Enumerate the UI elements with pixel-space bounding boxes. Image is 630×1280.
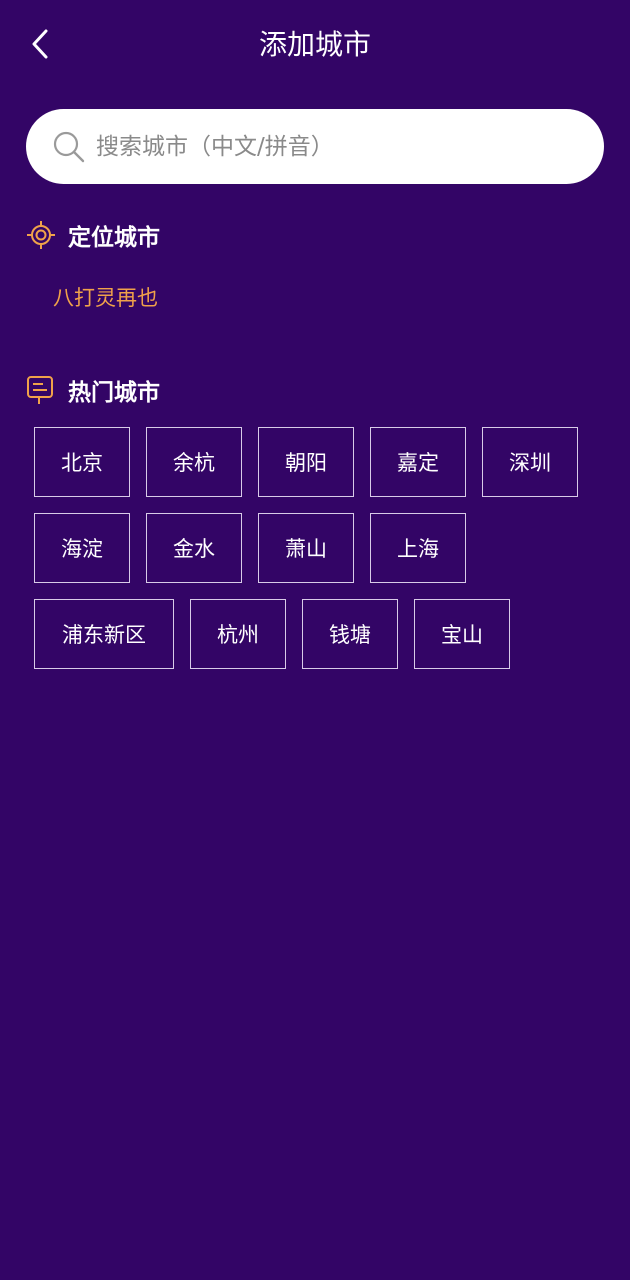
city-button[interactable]: 金水 (146, 513, 242, 583)
city-button[interactable]: 北京 (34, 427, 130, 497)
city-row: 海淀 金水 萧山 上海 (34, 513, 604, 583)
add-city-page: 添加城市 定位城市 八打灵再也 (0, 0, 630, 1280)
location-section-title: 定位城市 (68, 225, 160, 251)
hot-city-grid: 北京 余杭 朝阳 嘉定 深圳 海淀 金水 萧山 上海 浦东新区 杭州 钱塘 宝山 (34, 427, 604, 685)
signpost-icon (26, 375, 56, 405)
page-title: 添加城市 (258, 28, 371, 61)
city-button[interactable]: 萧山 (258, 513, 354, 583)
header: 添加城市 (0, 0, 630, 90)
search-bar[interactable] (26, 109, 604, 184)
city-button[interactable]: 浦东新区 (34, 599, 174, 669)
hot-section-title: 热门城市 (68, 380, 160, 406)
location-section-header: 定位城市 (26, 218, 160, 252)
located-city[interactable]: 八打灵再也 (53, 283, 158, 313)
city-button[interactable]: 杭州 (190, 599, 286, 669)
search-input[interactable] (96, 133, 576, 160)
city-button[interactable]: 余杭 (146, 427, 242, 497)
city-button[interactable]: 钱塘 (302, 599, 398, 669)
search-icon (52, 130, 86, 164)
city-row: 北京 余杭 朝阳 嘉定 深圳 (34, 427, 604, 497)
city-button[interactable]: 朝阳 (258, 427, 354, 497)
city-button[interactable]: 深圳 (482, 427, 578, 497)
city-button[interactable]: 宝山 (414, 599, 510, 669)
location-target-icon (26, 220, 56, 250)
hot-section-header: 热门城市 (26, 373, 160, 407)
city-button[interactable]: 嘉定 (370, 427, 466, 497)
city-row: 浦东新区 杭州 钱塘 宝山 (34, 599, 604, 669)
city-button[interactable]: 海淀 (34, 513, 130, 583)
city-button[interactable]: 上海 (370, 513, 466, 583)
